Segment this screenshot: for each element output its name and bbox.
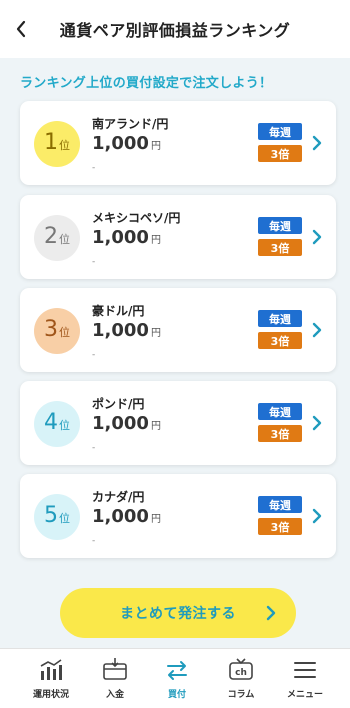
multiplier-badge: 3倍 (258, 425, 302, 442)
note: - (92, 163, 96, 173)
column-icon: ch (229, 658, 253, 680)
rank-number: 4 (44, 410, 58, 435)
rank-number: 3 (44, 317, 58, 342)
svg-text:ch: ch (235, 668, 247, 678)
note: - (92, 257, 96, 267)
tab-column[interactable]: ch コラム (208, 649, 274, 708)
chevron-right-icon (312, 322, 322, 338)
currency-pair: ポンド/円 (92, 397, 145, 411)
page-title: 通貨ペア別評価損益ランキング (59, 21, 291, 40)
amount-unit: 円 (150, 235, 161, 246)
amount-unit: 円 (150, 141, 161, 152)
amount-unit: 円 (150, 514, 161, 525)
amount-value: 1,000 (92, 413, 149, 434)
note: - (92, 536, 96, 546)
note: - (92, 350, 96, 360)
chevron-right-icon (312, 135, 322, 151)
frequency-badge: 毎週 (258, 217, 302, 234)
amount: 1,000 円 (92, 506, 161, 527)
amount-value: 1,000 (92, 320, 149, 341)
header: 通貨ペア別評価損益ランキング (0, 0, 350, 58)
rank-number: 5 (44, 503, 58, 528)
amount: 1,000 円 (92, 320, 161, 341)
note: - (92, 443, 96, 453)
chevron-right-icon (312, 415, 322, 431)
bulk-order-label: まとめて発注する (120, 606, 236, 622)
currency-pair: 南アランド/円 (92, 117, 169, 131)
tab-label: 運用状況 (32, 690, 69, 700)
frequency-badge: 毎週 (258, 496, 302, 513)
amount-unit: 円 (150, 421, 161, 432)
menu-icon (294, 662, 316, 678)
ranking-card-4[interactable]: 4位 ポンド/円 1,000 円 - 毎週 3倍 (20, 381, 336, 465)
currency-pair: 豪ドル/円 (92, 304, 145, 318)
multiplier-badge: 3倍 (258, 239, 302, 256)
rank-medal: 3位 (34, 308, 80, 354)
rank-suffix: 位 (59, 233, 70, 246)
rank-medal: 2位 (34, 215, 80, 261)
frequency-badge: 毎週 (258, 403, 302, 420)
chevron-right-icon (312, 508, 322, 524)
bottom-tab-bar: 運用状況 入金 買付 ch コラム メニュー (0, 648, 350, 708)
rank-suffix: 位 (59, 326, 70, 339)
rank-suffix: 位 (59, 512, 70, 525)
rank-number: 2 (44, 224, 58, 249)
chevron-right-icon (312, 229, 322, 245)
rank-suffix: 位 (59, 139, 70, 152)
tab-purchase[interactable]: 買付 (144, 649, 210, 708)
tab-label: メニュー (286, 690, 323, 700)
multiplier-badge: 3倍 (258, 518, 302, 535)
amount: 1,000 円 (92, 227, 161, 248)
multiplier-badge: 3倍 (258, 145, 302, 162)
exchange-icon (167, 661, 187, 680)
amount: 1,000 円 (92, 413, 161, 434)
amount-value: 1,000 (92, 133, 149, 154)
deposit-icon (103, 658, 127, 680)
amount: 1,000 円 (92, 133, 161, 154)
multiplier-badge: 3倍 (258, 332, 302, 349)
ranking-card-3[interactable]: 3位 豪ドル/円 1,000 円 - 毎週 3倍 (20, 288, 336, 372)
rank-medal: 5位 (34, 494, 80, 540)
frequency-badge: 毎週 (258, 123, 302, 140)
ranking-card-1[interactable]: 1位 南アランド/円 1,000 円 - 毎週 3倍 (20, 101, 336, 185)
chevron-left-icon (16, 20, 26, 38)
ranking-subtitle: ランキング上位の買付設定で注文しよう！ (20, 76, 273, 91)
rank-number: 1 (44, 130, 58, 155)
rank-medal: 1位 (34, 121, 80, 167)
tab-menu[interactable]: メニュー (272, 649, 338, 708)
bulk-order-button[interactable]: まとめて発注する (60, 588, 296, 638)
chart-icon (40, 659, 62, 680)
amount-unit: 円 (150, 328, 161, 339)
currency-pair: メキシコペソ/円 (92, 211, 181, 225)
tab-portfolio-status[interactable]: 運用状況 (18, 649, 84, 708)
frequency-badge: 毎週 (258, 310, 302, 327)
ranking-card-5[interactable]: 5位 カナダ/円 1,000 円 - 毎週 3倍 (20, 474, 336, 558)
ranking-card-2[interactable]: 2位 メキシコペソ/円 1,000 円 - 毎週 3倍 (20, 195, 336, 279)
chevron-right-icon (266, 605, 276, 621)
tab-deposit[interactable]: 入金 (82, 649, 148, 708)
amount-value: 1,000 (92, 506, 149, 527)
tab-label: 入金 (105, 690, 124, 700)
back-button[interactable] (6, 12, 36, 46)
rank-medal: 4位 (34, 401, 80, 447)
rank-suffix: 位 (59, 419, 70, 432)
amount-value: 1,000 (92, 227, 149, 248)
tab-label: 買付 (167, 690, 186, 700)
currency-pair: カナダ/円 (92, 490, 145, 504)
tab-label: コラム (227, 690, 255, 700)
